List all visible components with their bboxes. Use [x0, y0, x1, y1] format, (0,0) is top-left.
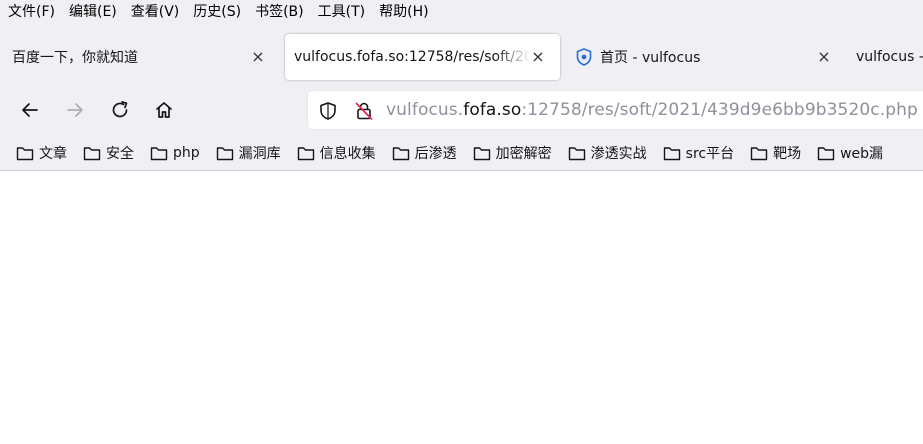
insecure-lock-icon[interactable] [354, 101, 374, 125]
navigation-bar: vulfocus.fofa.so:12758/res/soft/2021/439… [0, 86, 923, 134]
bookmark-folder-security[interactable]: 安全 [83, 143, 134, 163]
tab-vulfocus-home[interactable]: 首页 - vulfocus × [566, 34, 846, 80]
close-icon[interactable]: × [528, 46, 548, 66]
menu-view[interactable]: 查看(V) [131, 1, 180, 21]
home-button[interactable] [150, 96, 178, 124]
tab-title: 首页 - vulfocus [600, 50, 701, 66]
folder-icon [216, 147, 233, 161]
vulfocus-favicon-icon [576, 48, 592, 66]
tab-active-php[interactable]: vulfocus.fofa.so:12758/res/soft/2021/439… [285, 34, 560, 80]
arrow-left-icon [22, 103, 38, 117]
url-domain: fofa.so [463, 100, 522, 120]
bookmark-folder-php[interactable]: php [150, 145, 200, 161]
tab-title: 百度一下，你就知道 [12, 50, 138, 66]
folder-icon [392, 147, 409, 161]
bookmark-folder-crypto[interactable]: 加密解密 [473, 143, 552, 163]
page-content-blank [0, 171, 923, 444]
tab-title: vulfocus.fofa.so:12758/res/soft/2021/439… [294, 49, 530, 65]
bookmark-folder-web-vuln[interactable]: web漏 [817, 143, 883, 163]
bookmark-label: web漏 [840, 146, 884, 162]
bookmarks-toolbar: 文章 安全 php 漏洞库 信息收集 后渗透 加密解密 渗透实战 src平台 靶… [0, 140, 923, 166]
bookmark-label: src平台 [685, 146, 735, 162]
reload-button[interactable] [106, 96, 134, 124]
bookmark-folder-info-gathering[interactable]: 信息收集 [297, 143, 376, 163]
bookmark-label: 靶场 [773, 146, 802, 162]
close-icon[interactable]: × [814, 46, 834, 66]
url-text[interactable]: vulfocus.fofa.so:12758/res/soft/2021/439… [386, 100, 918, 120]
tab-baidu[interactable]: 百度一下，你就知道 × [0, 34, 280, 80]
arrow-right-icon [67, 103, 83, 117]
folder-icon [83, 147, 101, 161]
reload-icon [112, 101, 128, 118]
tab-title: vulfocus - [856, 49, 923, 65]
bookmark-label: 加密解密 [495, 146, 552, 162]
menu-edit[interactable]: 编辑(E) [69, 1, 117, 21]
bookmark-label: 安全 [106, 146, 134, 162]
browser-chrome: 文件(F) 编辑(E) 查看(V) 历史(S) 书签(B) 工具(T) 帮助(H… [0, 0, 923, 171]
bookmark-folder-pentest[interactable]: 渗透实战 [568, 143, 647, 163]
folder-icon [150, 147, 168, 161]
folder-icon [817, 147, 835, 161]
back-button[interactable] [16, 96, 44, 124]
tab-vulfocus-partial[interactable]: vulfocus - [846, 34, 923, 80]
menu-help[interactable]: 帮助(H) [379, 1, 428, 21]
menu-bookmarks[interactable]: 书签(B) [255, 1, 304, 21]
tracking-protection-shield-icon[interactable] [318, 101, 338, 125]
forward-button[interactable] [61, 96, 89, 124]
bookmark-label: php [173, 145, 200, 161]
menu-file[interactable]: 文件(F) [8, 1, 55, 21]
folder-icon [16, 147, 34, 161]
bookmark-label: 漏洞库 [238, 146, 281, 162]
bookmark-folder-articles[interactable]: 文章 [16, 143, 67, 163]
bookmark-label: 渗透实战 [590, 146, 647, 162]
url-path: :12758/res/soft/2021/439d9e6bb9b3520c.ph… [521, 100, 918, 120]
menu-bar: 文件(F) 编辑(E) 查看(V) 历史(S) 书签(B) 工具(T) 帮助(H… [0, 0, 923, 22]
url-bar[interactable]: vulfocus.fofa.so:12758/res/soft/2021/439… [308, 91, 923, 129]
bookmark-label: 后渗透 [414, 146, 457, 162]
bookmark-folder-post-exploit[interactable]: 后渗透 [392, 143, 457, 163]
folder-icon [297, 147, 314, 161]
url-prefix: vulfocus. [386, 100, 464, 120]
folder-icon [568, 147, 585, 161]
home-icon [156, 102, 172, 118]
bookmark-folder-vuln-db[interactable]: 漏洞库 [216, 143, 281, 163]
tab-strip: 百度一下，你就知道 × vulfocus.fofa.so:12758/res/s… [0, 34, 923, 80]
folder-icon [473, 147, 490, 161]
bookmark-label: 文章 [39, 146, 67, 162]
folder-icon [663, 147, 680, 161]
bookmark-folder-range[interactable]: 靶场 [750, 143, 801, 163]
menu-history[interactable]: 历史(S) [193, 1, 241, 21]
folder-icon [750, 147, 768, 161]
bookmark-label: 信息收集 [319, 146, 376, 162]
menu-tools[interactable]: 工具(T) [318, 1, 365, 21]
close-icon[interactable]: × [248, 46, 268, 66]
bookmark-folder-src[interactable]: src平台 [663, 143, 734, 163]
